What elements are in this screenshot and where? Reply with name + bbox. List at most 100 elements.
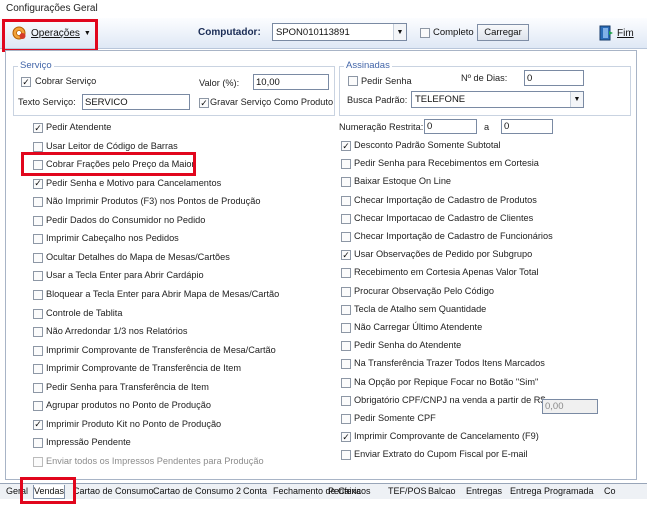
left-option-checkbox[interactable]: ✓ [33, 123, 43, 133]
left-option-label: Ocultar Detalhes do Mapa de Mesas/Cartõe… [46, 251, 230, 262]
right-option-checkbox[interactable] [341, 195, 351, 206]
right-option-checkbox[interactable] [341, 450, 351, 461]
left-option-checkbox[interactable] [33, 345, 43, 356]
left-option-checkbox[interactable] [33, 327, 43, 338]
subscriptions-group-title: Assinadas [344, 60, 392, 71]
ask-password-checkbox[interactable] [348, 76, 358, 86]
left-option-label: Enviar todos os Impressos Pendentes para… [46, 455, 264, 466]
right-option-label: Usar Observações de Pedido por Subgrupo [354, 249, 533, 260]
service-group-title: Serviço [18, 60, 54, 71]
right-option-checkbox[interactable] [341, 341, 351, 352]
service-value-input[interactable]: 10,00 [253, 74, 329, 90]
tab-cartao-de-consumo-2[interactable]: Cartao de Consumo 2 [153, 485, 241, 498]
charge-service-label: Cobrar Serviço [35, 76, 97, 86]
restricted-from-input[interactable]: 0 [424, 119, 477, 134]
right-option-label: Na Opção por Repique Focar no Botão "Sim… [354, 376, 539, 387]
left-option-checkbox[interactable] [33, 141, 43, 152]
right-option-checkbox[interactable] [341, 377, 351, 388]
right-option-label: Checar Importacao de Cadastro de Cliente… [354, 212, 534, 223]
left-option-label: Agrupar produtos no Ponto de Produção [46, 400, 211, 411]
left-option-checkbox[interactable] [33, 364, 43, 375]
search-default-select[interactable]: TELEFONE ▼ [411, 91, 584, 108]
tab-vendas[interactable]: Vendas [33, 485, 66, 499]
chevron-down-icon: ▼ [83, 29, 91, 37]
right-option-checkbox[interactable]: ✓ [341, 432, 351, 443]
left-option-checkbox[interactable] [33, 160, 43, 171]
left-option-label: Pedir Dados do Consumidor no Pedido [46, 214, 206, 225]
left-option-checkbox[interactable] [33, 215, 43, 226]
left-option-label: Usar Leitor de Código de Barras [46, 140, 178, 151]
window-title: Configurações Geral [6, 3, 98, 14]
right-option-label: Tecla de Atalho sem Quantidade [354, 303, 487, 314]
left-option-checkbox[interactable] [33, 197, 43, 208]
left-option-label: Imprimir Comprovante de Transferência de… [46, 344, 276, 355]
load-button[interactable]: Carregar [477, 24, 529, 41]
cpf-min-value-input[interactable]: 0,00 [542, 399, 598, 414]
right-option-checkbox[interactable] [341, 395, 351, 406]
exit-button[interactable]: Fim [598, 25, 634, 41]
right-option-checkbox[interactable] [341, 159, 351, 170]
right-option-checkbox[interactable] [341, 213, 351, 224]
service-text-input[interactable]: SERVICO [82, 94, 190, 110]
tab-tef-pos[interactable]: TEF/POS [388, 485, 427, 498]
dropdown-arrow-icon: ▼ [570, 92, 583, 107]
right-option-checkbox[interactable] [341, 286, 351, 297]
right-option-checkbox[interactable] [341, 304, 351, 315]
tab-cartao-de-consumo[interactable]: Cartao de Consumo [73, 485, 154, 498]
right-option-label: Baixar Estoque On Line [354, 176, 452, 187]
right-option-label: Procurar Observação Pelo Código [354, 285, 494, 296]
right-option-checkbox[interactable] [341, 232, 351, 242]
restricted-to-input[interactable]: 0 [501, 119, 553, 134]
tab-perifericos[interactable]: Perifericos [328, 485, 371, 498]
left-option-checkbox[interactable] [33, 308, 43, 319]
left-option-checkbox[interactable] [33, 382, 43, 393]
tab-entregas[interactable]: Entregas [466, 485, 502, 498]
left-option-checkbox[interactable]: ✓ [33, 419, 43, 430]
tab-balcao[interactable]: Balcao [428, 485, 456, 498]
right-option-label: Checar Importação de Cadastro de Funcion… [354, 231, 553, 241]
right-option-label: Desconto Padrão Somente Subtotal [354, 140, 501, 150]
charge-service-checkbox[interactable]: ✓ [21, 77, 31, 87]
left-option-checkbox[interactable] [33, 252, 43, 263]
left-option-label: Pedir Senha e Motivo para Cancelamentos [46, 177, 222, 188]
save-service-product-label: Gravar Serviço Como Produto [210, 97, 334, 107]
left-option-label: Pedir Atendente [46, 122, 112, 132]
left-option-checkbox[interactable]: ✓ [33, 178, 43, 189]
left-option-label: Não Imprimir Produtos (F3) nos Pontos de… [46, 196, 261, 207]
save-service-product-checkbox[interactable]: ✓ [199, 98, 209, 108]
right-option-checkbox[interactable] [341, 414, 351, 424]
dropdown-arrow-icon: ▼ [393, 24, 406, 40]
right-option-checkbox[interactable] [341, 359, 351, 370]
left-option-checkbox[interactable] [33, 438, 43, 449]
left-option-checkbox[interactable] [33, 401, 43, 412]
right-option-label: Na Transferência Trazer Todos Itens Marc… [354, 358, 545, 369]
left-option-checkbox[interactable] [33, 271, 43, 282]
search-default-value: TELEFONE [415, 94, 466, 105]
left-option-label: Imprimir Comprovante de Transferência de… [46, 363, 242, 374]
complete-label: Completo [433, 27, 474, 38]
tab-entrega-programada[interactable]: Entrega Programada [510, 485, 594, 498]
left-option-checkbox[interactable] [33, 456, 43, 467]
right-option-checkbox[interactable]: ✓ [341, 141, 351, 151]
right-option-label: Não Carregar Último Atendente [354, 322, 483, 332]
computer-label: Computador: [198, 27, 261, 38]
right-option-checkbox[interactable]: ✓ [341, 250, 351, 261]
computer-select[interactable]: SPON010113891 ▼ [272, 23, 407, 41]
tab-co[interactable]: Co [604, 485, 616, 498]
right-option-label: Obrigatório CPF/CNPJ na venda a partir d… [354, 394, 546, 405]
left-option-label: Bloquear a Tecla Enter para Abrir Mapa d… [46, 288, 280, 299]
right-option-label: Enviar Extrato do Cupom Fiscal por E-mai… [354, 449, 528, 460]
days-label: Nº de Dias: [461, 73, 508, 83]
tab-conta[interactable]: Conta [243, 485, 267, 498]
left-option-checkbox[interactable] [33, 289, 43, 300]
right-option-checkbox[interactable] [341, 268, 351, 279]
left-option-label: Imprimir Cabeçalho nos Pedidos [46, 233, 179, 244]
right-option-checkbox[interactable] [341, 323, 351, 333]
right-option-checkbox[interactable] [341, 177, 351, 188]
operations-menu-button[interactable]: Operações ▼ [8, 22, 92, 44]
days-input[interactable]: 0 [524, 70, 584, 86]
left-option-checkbox[interactable] [33, 234, 43, 245]
tab-geral[interactable]: Geral [6, 485, 28, 498]
service-value-label: Valor (%): [199, 78, 240, 88]
complete-checkbox[interactable] [420, 28, 430, 38]
